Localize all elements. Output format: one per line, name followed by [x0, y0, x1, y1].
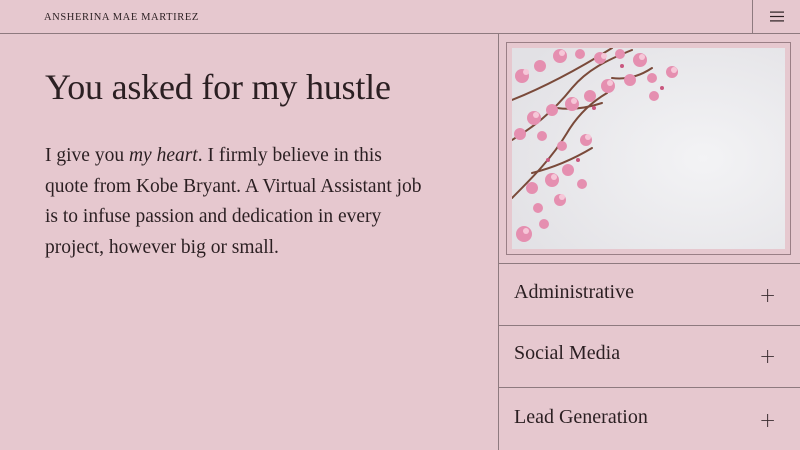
accordion-label: Lead Generation	[514, 406, 648, 428]
accordion-item-lead-generation[interactable]: Lead Generation +	[499, 388, 800, 450]
page-title: You asked for my hustle	[45, 67, 391, 107]
cherry-blossom-photo-frame	[506, 42, 791, 255]
hamburger-menu-icon	[769, 11, 784, 22]
intro-emphasis: my heart	[128, 145, 198, 166]
plus-icon[interactable]: +	[759, 408, 776, 432]
accordion-label: Social Media	[514, 342, 621, 364]
plus-icon[interactable]: +	[759, 344, 776, 368]
accordion-item-administrative[interactable]: Administrative +	[499, 264, 800, 325]
site-header: ANSHERINA MAE MARTIREZ	[0, 0, 800, 34]
intro-paragraph: I give you my heart. I firmly believe in…	[45, 141, 425, 263]
accordion-item-social-media[interactable]: Social Media +	[499, 326, 800, 387]
accordion-label: Administrative	[514, 281, 634, 303]
site-brand[interactable]: ANSHERINA MAE MARTIREZ	[44, 12, 199, 23]
plus-icon[interactable]: +	[759, 283, 776, 307]
intro-prefix: I give you	[45, 145, 129, 166]
cherry-blossom-photo	[512, 48, 785, 249]
menu-button[interactable]	[752, 0, 800, 33]
